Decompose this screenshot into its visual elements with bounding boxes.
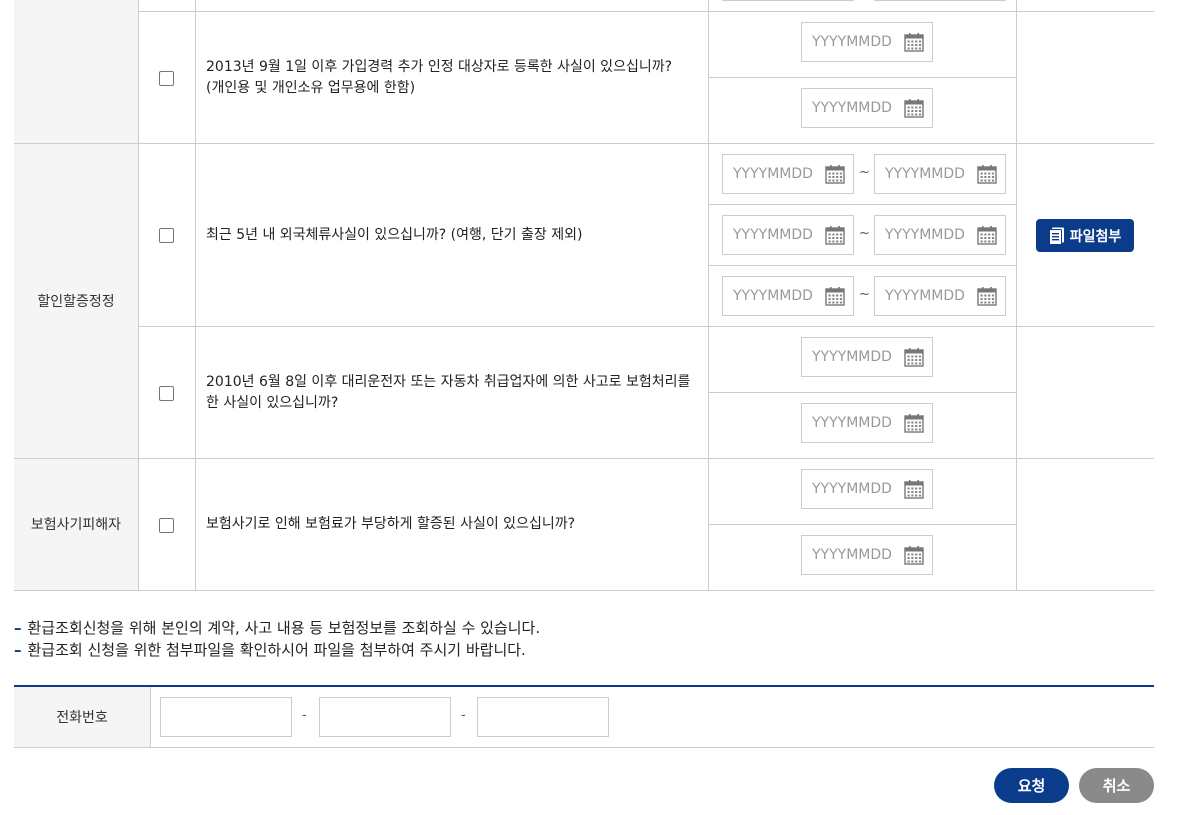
note-text: 환급조회 신청을 위한 첨부파일을 확인하시어 파일을 첨부하여 주시기 바랍니… bbox=[27, 641, 526, 659]
request-button[interactable]: 요청 bbox=[994, 768, 1069, 803]
date-placeholder: YYYYMMDD bbox=[812, 415, 892, 431]
date-placeholder: YYYYMMDD bbox=[885, 166, 965, 182]
calendar-icon[interactable] bbox=[977, 286, 997, 306]
calendar-icon[interactable] bbox=[904, 32, 924, 52]
grid-line bbox=[708, 524, 1016, 525]
grid-line bbox=[14, 747, 1154, 748]
date-range-start[interactable]: YYYYMMDD bbox=[722, 154, 854, 194]
date-placeholder: YYYYMMDD bbox=[885, 227, 965, 243]
phone-separator: - bbox=[461, 708, 466, 723]
question-checkbox[interactable] bbox=[159, 518, 174, 533]
date-placeholder: YYYYMMDD bbox=[733, 227, 813, 243]
phone-input-middle[interactable] bbox=[319, 697, 451, 737]
grid-line bbox=[195, 0, 196, 590]
calendar-icon[interactable] bbox=[825, 286, 845, 306]
phone-row-top-border bbox=[14, 685, 1154, 687]
date-placeholder: YYYYMMDD bbox=[812, 34, 892, 50]
grid-line bbox=[14, 590, 1154, 591]
file-attach-label: 파일첨부 bbox=[1069, 228, 1122, 245]
question-text: 2013년 9월 1일 이후 가입경력 추가 인정 대상자로 등록한 사실이 있… bbox=[206, 57, 696, 99]
range-separator: ~ bbox=[859, 287, 870, 302]
calendar-icon[interactable] bbox=[825, 225, 845, 245]
calendar-icon[interactable] bbox=[904, 545, 924, 565]
date-placeholder: YYYYMMDD bbox=[812, 100, 892, 116]
date-input[interactable]: YYYYMMDD bbox=[801, 337, 933, 377]
date-placeholder: YYYYMMDD bbox=[733, 288, 813, 304]
date-range-end[interactable]: YYYYMMDD bbox=[874, 215, 1006, 255]
category-insurance-fraud-victim: 보험사기피해자 bbox=[14, 458, 138, 590]
date-placeholder: YYYYMMDD bbox=[812, 547, 892, 563]
question-text: 2010년 6월 8일 이후 대리운전자 또는 자동차 취급업자에 의한 사고로… bbox=[206, 372, 696, 414]
notice-line: – 환급조회신청을 위해 본인의 계약, 사고 내용 등 보험정보를 조회하실 수… bbox=[14, 617, 540, 638]
date-range-end[interactable]: YYYYMMDD bbox=[874, 154, 1006, 194]
question-checkbox[interactable] bbox=[159, 71, 174, 86]
question-sub: (개인용 및 개인소유 업무용에 한함) bbox=[206, 80, 416, 96]
grid-line bbox=[708, 204, 1016, 205]
date-range-start[interactable]: YYYYMMDD bbox=[722, 276, 854, 316]
date-placeholder: YYYYMMDD bbox=[812, 481, 892, 497]
date-range-end[interactable]: YYYYMMDD bbox=[874, 276, 1006, 316]
calendar-icon[interactable] bbox=[977, 164, 997, 184]
grid-line bbox=[138, 0, 139, 590]
date-input[interactable]: YYYYMMDD bbox=[801, 403, 933, 443]
document-icon bbox=[1048, 227, 1064, 245]
calendar-icon[interactable] bbox=[904, 413, 924, 433]
date-input[interactable]: YYYYMMDD bbox=[801, 535, 933, 575]
grid-line bbox=[708, 392, 1016, 393]
date-placeholder: YYYYMMDD bbox=[812, 349, 892, 365]
category-discount-correction: 할인할증정정 bbox=[14, 143, 138, 458]
date-placeholder: YYYYMMDD bbox=[733, 166, 813, 182]
question-checkbox[interactable] bbox=[159, 228, 174, 243]
request-label: 요청 bbox=[1017, 777, 1046, 795]
grid-line bbox=[708, 265, 1016, 266]
note-text: 환급조회신청을 위해 본인의 계약, 사고 내용 등 보험정보를 조회하실 수 … bbox=[27, 619, 541, 637]
category-label: 보험사기피해자 bbox=[30, 517, 122, 533]
question-text: 최근 5년 내 외국체류사실이 있으십니까? (여행, 단기 출장 제외) bbox=[206, 225, 696, 246]
grid-line bbox=[138, 326, 1154, 327]
date-input[interactable]: YYYYMMDD bbox=[801, 88, 933, 128]
grid-line bbox=[14, 458, 1154, 459]
grid-line bbox=[138, 11, 1154, 12]
calendar-icon[interactable] bbox=[977, 225, 997, 245]
question-checkbox[interactable] bbox=[159, 386, 174, 401]
grid-line bbox=[14, 143, 1154, 144]
phone-input-area-code[interactable] bbox=[160, 697, 292, 737]
question-main: 보험사기로 인해 보험료가 부당하게 할증된 사실이 있으십니까? bbox=[206, 516, 576, 532]
phone-input-last[interactable] bbox=[477, 697, 609, 737]
grid-line bbox=[1016, 0, 1017, 590]
grid-line bbox=[708, 77, 1016, 78]
category-label: 할인할증정정 bbox=[37, 293, 115, 310]
date-range-start[interactable]: YYYYMMDD bbox=[722, 215, 854, 255]
grid-line bbox=[150, 687, 151, 747]
calendar-icon[interactable] bbox=[904, 98, 924, 118]
question-main: 최근 5년 내 외국체류사실이 있으십니까? (여행, 단기 출장 제외) bbox=[206, 227, 583, 243]
date-input-partial[interactable] bbox=[874, 0, 1006, 1]
range-separator: ~ bbox=[859, 226, 870, 241]
notice-line: – 환급조회 신청을 위한 첨부파일을 확인하시어 파일을 첨부하여 주시기 바랍… bbox=[14, 639, 526, 660]
cancel-button[interactable]: 취소 bbox=[1079, 768, 1154, 803]
grid-line bbox=[708, 0, 709, 590]
calendar-icon[interactable] bbox=[904, 479, 924, 499]
cancel-label: 취소 bbox=[1102, 777, 1131, 795]
category-cell-top bbox=[14, 0, 138, 143]
phone-label-cell: 전화번호 bbox=[14, 687, 150, 747]
date-input-partial[interactable] bbox=[722, 0, 854, 1]
question-main: 2010년 6월 8일 이후 대리운전자 또는 자동차 취급업자에 의한 사고로… bbox=[206, 374, 691, 411]
phone-separator: - bbox=[302, 708, 307, 723]
calendar-icon[interactable] bbox=[825, 164, 845, 184]
calendar-icon[interactable] bbox=[904, 347, 924, 367]
question-main: 2013년 9월 1일 이후 가입경력 추가 인정 대상자로 등록한 사실이 있… bbox=[206, 59, 673, 75]
note-marker: – bbox=[14, 641, 22, 659]
phone-label: 전화번호 bbox=[56, 710, 108, 726]
range-separator: ~ bbox=[859, 165, 870, 180]
date-placeholder: YYYYMMDD bbox=[885, 288, 965, 304]
date-input[interactable]: YYYYMMDD bbox=[801, 469, 933, 509]
file-attach-button[interactable]: 파일첨부 bbox=[1036, 219, 1134, 252]
date-input[interactable]: YYYYMMDD bbox=[801, 22, 933, 62]
question-text: 보험사기로 인해 보험료가 부당하게 할증된 사실이 있으십니까? bbox=[206, 514, 696, 535]
note-marker: – bbox=[14, 619, 22, 637]
